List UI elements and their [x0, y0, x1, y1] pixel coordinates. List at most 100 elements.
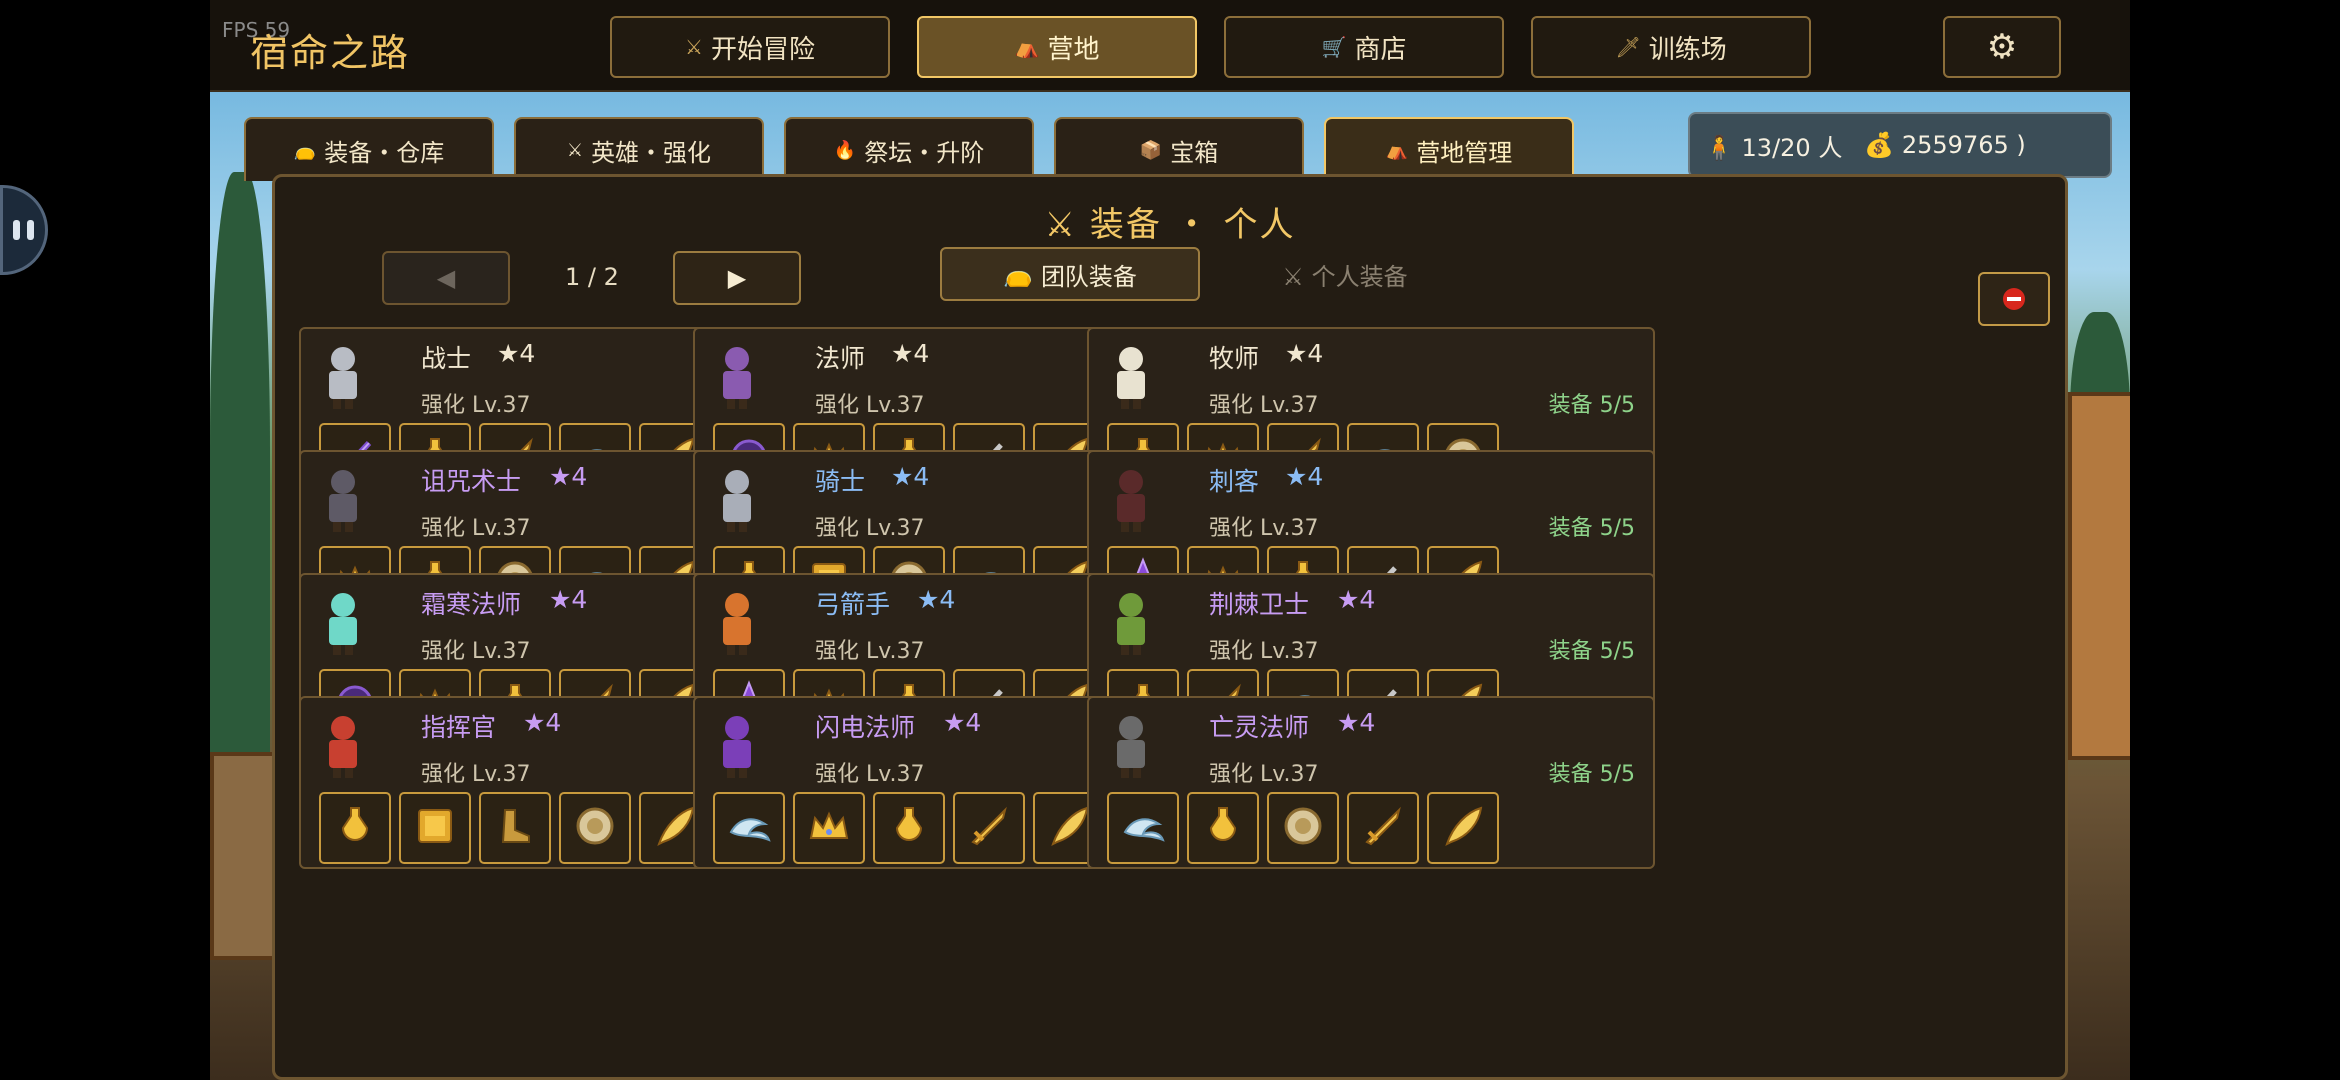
potion-icon [331, 802, 379, 854]
close-button[interactable] [1978, 272, 2050, 326]
wave-icon [725, 802, 773, 854]
floating-assistant-button[interactable] [0, 185, 48, 275]
equipment-slot[interactable] [1427, 792, 1499, 864]
tent-icon: ⛺ [1014, 35, 1040, 59]
hero-stars: ★4 [917, 585, 956, 614]
hero-name: 战士 [421, 344, 472, 373]
crown-icon [805, 802, 853, 854]
hero-portrait [329, 347, 357, 409]
equipment-slot[interactable] [479, 792, 551, 864]
hero-stars: ★4 [1337, 585, 1376, 614]
close-icon [2003, 288, 2025, 310]
hero-upgrade-level: 强化 Lv.37 [421, 393, 531, 418]
next-page-button[interactable]: ▶ [673, 251, 801, 305]
equipment-slot[interactable] [713, 792, 785, 864]
tab-hero-upgrade[interactable]: ⚔ 英雄・强化 [514, 117, 764, 181]
team-equipment-tab[interactable]: 👝 团队装备 [940, 247, 1200, 301]
nav-training-button[interactable]: 🗡 训练场 [1531, 16, 1811, 78]
sword-icon [965, 802, 1013, 854]
hero-upgrade-level: 强化 Lv.37 [815, 516, 925, 541]
equipment-slot[interactable] [1267, 792, 1339, 864]
equipment-slot[interactable] [873, 792, 945, 864]
tab-label: 营地管理 [1416, 138, 1513, 167]
top-bar: FPS 59 宿命之路 ⚔ 开始冒险 ⛺ 营地 🛒 商店 🗡 训练场 ⚙ [210, 0, 2130, 92]
nav-start-adventure-button[interactable]: ⚔ 开始冒险 [610, 16, 890, 78]
hero-name: 荆棘卫士 [1209, 590, 1310, 619]
equipment-slot[interactable] [1107, 792, 1179, 864]
tab-label: 装备・仓库 [324, 138, 445, 167]
tab-equipment-warehouse[interactable]: 👝 装备・仓库 [244, 117, 494, 181]
tab-altar-ascend[interactable]: 🔥 祭坛・升阶 [784, 117, 1034, 181]
equipment-slot[interactable] [319, 792, 391, 864]
hero-stars: ★4 [1285, 462, 1324, 491]
hero-name: 亡灵法师 [1209, 713, 1310, 742]
feather-icon [1439, 802, 1487, 854]
hero-portrait [1117, 470, 1145, 532]
hero-portrait [723, 593, 751, 655]
nav-label: 商店 [1354, 34, 1407, 65]
feather-icon [651, 802, 699, 854]
equipment-slot[interactable] [1347, 792, 1419, 864]
cart-icon: 🛒 [1321, 35, 1347, 59]
hero-equip-count: 装备 5/5 [1548, 762, 1635, 787]
box-icon: 📦 [1139, 139, 1163, 161]
equipment-slot[interactable] [399, 792, 471, 864]
flame-icon: 🔥 [833, 139, 857, 161]
hero-name: 刺客 [1209, 467, 1260, 496]
hero-upgrade-level: 强化 Lv.37 [815, 639, 925, 664]
hero-portrait [723, 470, 751, 532]
equipment-slot[interactable] [793, 792, 865, 864]
game-title: 宿命之路 [250, 31, 411, 75]
hero-portrait [329, 593, 357, 655]
hero-portrait [723, 716, 751, 778]
tab-label: 英雄・强化 [591, 138, 712, 167]
people-icon: 🧍 [1704, 133, 1734, 162]
personal-equipment-tab[interactable]: ⚔ 个人装备 [1245, 247, 1445, 301]
equipment-slot[interactable] [953, 792, 1025, 864]
gear-icon: ⚙ [1986, 27, 2018, 67]
robot-eye-icon [13, 220, 20, 240]
nav-camp-button[interactable]: ⛺ 营地 [917, 16, 1197, 78]
hero-upgrade-level: 强化 Lv.37 [815, 393, 925, 418]
hero-card[interactable]: 亡灵法师 ★4 强化 Lv.37 装备 5/5 [1087, 696, 1655, 869]
settings-button[interactable]: ⚙ [1943, 16, 2061, 78]
hero-stars: ★4 [943, 708, 982, 737]
equipment-slots [713, 792, 1105, 864]
hero-upgrade-level: 强化 Lv.37 [421, 516, 531, 541]
hero-stars: ★4 [891, 339, 930, 368]
tab-camp-management[interactable]: ⛺ 营地管理 [1324, 117, 1574, 181]
hero-upgrade-level: 强化 Lv.37 [421, 639, 531, 664]
shield-icon [1279, 802, 1327, 854]
house-decoration [210, 752, 278, 960]
hero-upgrade-level: 强化 Lv.37 [815, 762, 925, 787]
equipment-slot[interactable] [1187, 792, 1259, 864]
game-viewport: FPS 59 宿命之路 ⚔ 开始冒险 ⛺ 营地 🛒 商店 🗡 训练场 ⚙ 👝 装… [210, 0, 2130, 1080]
hero-name: 诅咒术士 [421, 467, 522, 496]
equipment-slot[interactable] [559, 792, 631, 864]
hero-stars: ★4 [1337, 708, 1376, 737]
nav-label: 训练场 [1648, 34, 1727, 65]
hero-name: 指挥官 [421, 713, 497, 742]
hero-name: 霜寒法师 [421, 590, 522, 619]
potion-icon [1199, 802, 1247, 854]
hero-upgrade-level: 强化 Lv.37 [421, 762, 531, 787]
hero-name: 弓箭手 [815, 590, 891, 619]
wave-icon [1119, 802, 1167, 854]
tab-label: 宝箱 [1170, 138, 1219, 167]
hero-equip-count: 装备 5/5 [1548, 393, 1635, 418]
swords-icon: ⚔ [566, 139, 584, 161]
hero-portrait [723, 347, 751, 409]
gold-value: 2559765 ) [1901, 131, 2026, 159]
shield-icon [571, 802, 619, 854]
hero-upgrade-level: 强化 Lv.37 [1209, 393, 1319, 418]
tab-chest[interactable]: 📦 宝箱 [1054, 117, 1304, 181]
nav-shop-button[interactable]: 🛒 商店 [1224, 16, 1504, 78]
hero-portrait [1117, 347, 1145, 409]
hero-name: 法师 [815, 344, 866, 373]
nav-label: 开始冒险 [710, 34, 815, 65]
prev-page-button[interactable]: ◀ [382, 251, 510, 305]
boot-icon [491, 802, 539, 854]
hero-portrait [329, 716, 357, 778]
house-decoration [2068, 392, 2130, 760]
hero-name: 牧师 [1209, 344, 1260, 373]
